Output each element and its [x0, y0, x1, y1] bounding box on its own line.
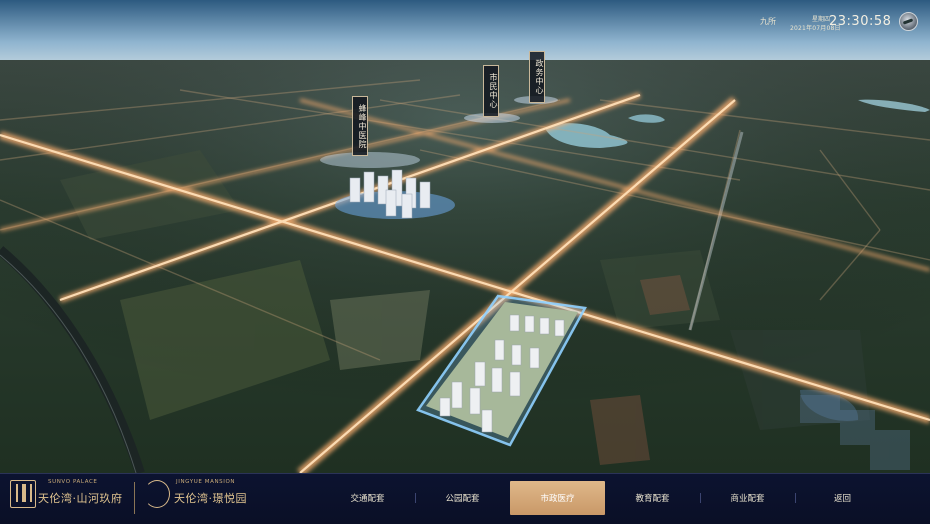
compass-icon[interactable]	[899, 12, 918, 31]
tab-education[interactable]: 教育配套	[605, 481, 701, 515]
aerial-map-canvas	[0, 0, 930, 473]
bottom-navigation-bar: SUNVO PALACE 天伦湾·山河玖府 JINGYUE MANSION 天伦…	[0, 473, 930, 524]
poi-hospital[interactable]: 蜂峰中医院	[352, 96, 368, 156]
jingyue-logo-icon	[144, 480, 170, 508]
sunvo-logo-icon	[10, 480, 36, 508]
brand-right-cn: 天伦湾·璟悦园	[174, 492, 247, 505]
brand-logo-right: JINGYUE MANSION 天伦湾·璟悦园	[144, 476, 274, 522]
nav-tabs: 交通配套 公园配套 市政医疗 教育配套 商业配套 返回	[320, 481, 920, 515]
tab-transportation[interactable]: 交通配套	[320, 481, 416, 515]
brand-left-en: SUNVO PALACE	[48, 479, 98, 485]
aerial-map-view[interactable]: 蜂峰中医院 市民中心 政务中心	[0, 0, 930, 473]
tab-municipal-medical[interactable]: 市政医疗	[510, 481, 605, 515]
poi-government-center[interactable]: 政务中心	[529, 51, 545, 103]
brand-divider	[134, 482, 135, 514]
poi-civic-center[interactable]: 市民中心	[483, 65, 499, 117]
brand-left-cn: 天伦湾·山河玖府	[38, 492, 123, 505]
brand-right-en: JINGYUE MANSION	[176, 479, 236, 485]
brand-logo-left: SUNVO PALACE 天伦湾·山河玖府	[10, 476, 132, 522]
back-button[interactable]: 返回	[795, 481, 890, 515]
tab-parks[interactable]: 公园配套	[415, 481, 511, 515]
tab-commerce[interactable]: 商业配套	[700, 481, 796, 515]
